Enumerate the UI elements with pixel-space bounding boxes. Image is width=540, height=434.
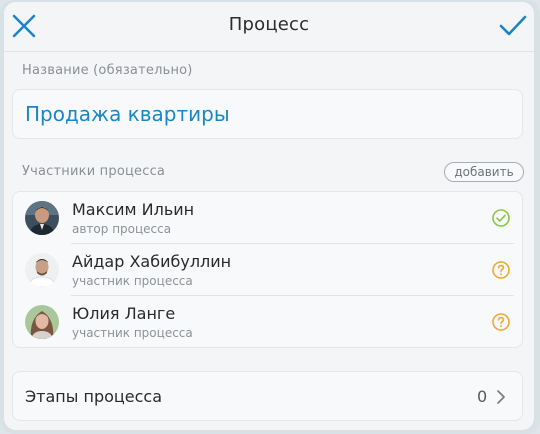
chevron-right-icon bbox=[497, 390, 505, 404]
device-frame: Процесс Название (обязательно) Продажа к… bbox=[0, 0, 540, 434]
member-role: участник процесса bbox=[72, 274, 193, 288]
name-value: Продажа квартиры bbox=[25, 102, 230, 126]
check-icon bbox=[499, 15, 527, 36]
page-title: Процесс bbox=[228, 14, 310, 35]
participants-label: Участники процесса bbox=[22, 164, 166, 179]
member-name: Юлия Ланге bbox=[72, 304, 176, 323]
list-item[interactable]: Юлия Ланге участник процесса bbox=[13, 296, 522, 348]
name-field[interactable]: Продажа квартиры bbox=[12, 89, 523, 139]
list-item[interactable]: Максим Ильин автор процесса bbox=[13, 192, 522, 244]
question-circle-icon bbox=[492, 261, 510, 279]
confirm-button[interactable] bbox=[498, 12, 528, 40]
add-participant-button[interactable]: добавить bbox=[444, 162, 524, 182]
avatar bbox=[25, 253, 59, 287]
avatar bbox=[25, 201, 59, 235]
list-item[interactable]: Айдар Хабибуллин участник процесса bbox=[13, 244, 522, 296]
member-role: участник процесса bbox=[72, 326, 193, 340]
screen: Процесс Название (обязательно) Продажа к… bbox=[4, 2, 534, 430]
stages-row[interactable]: Этапы процесса 0 bbox=[12, 371, 523, 421]
stages-label: Этапы процесса bbox=[25, 387, 163, 406]
participants-list: Максим Ильин автор процесса Айдар Хабибу… bbox=[12, 191, 523, 348]
member-name: Айдар Хабибуллин bbox=[72, 252, 232, 271]
check-circle-icon bbox=[492, 209, 510, 227]
name-label: Название (обязательно) bbox=[22, 63, 193, 78]
navbar: Процесс bbox=[4, 2, 534, 52]
avatar bbox=[25, 305, 59, 339]
member-name: Максим Ильин bbox=[72, 200, 195, 219]
member-role: автор процесса bbox=[72, 222, 172, 236]
question-circle-icon bbox=[492, 313, 510, 331]
stages-count: 0 bbox=[477, 387, 488, 406]
